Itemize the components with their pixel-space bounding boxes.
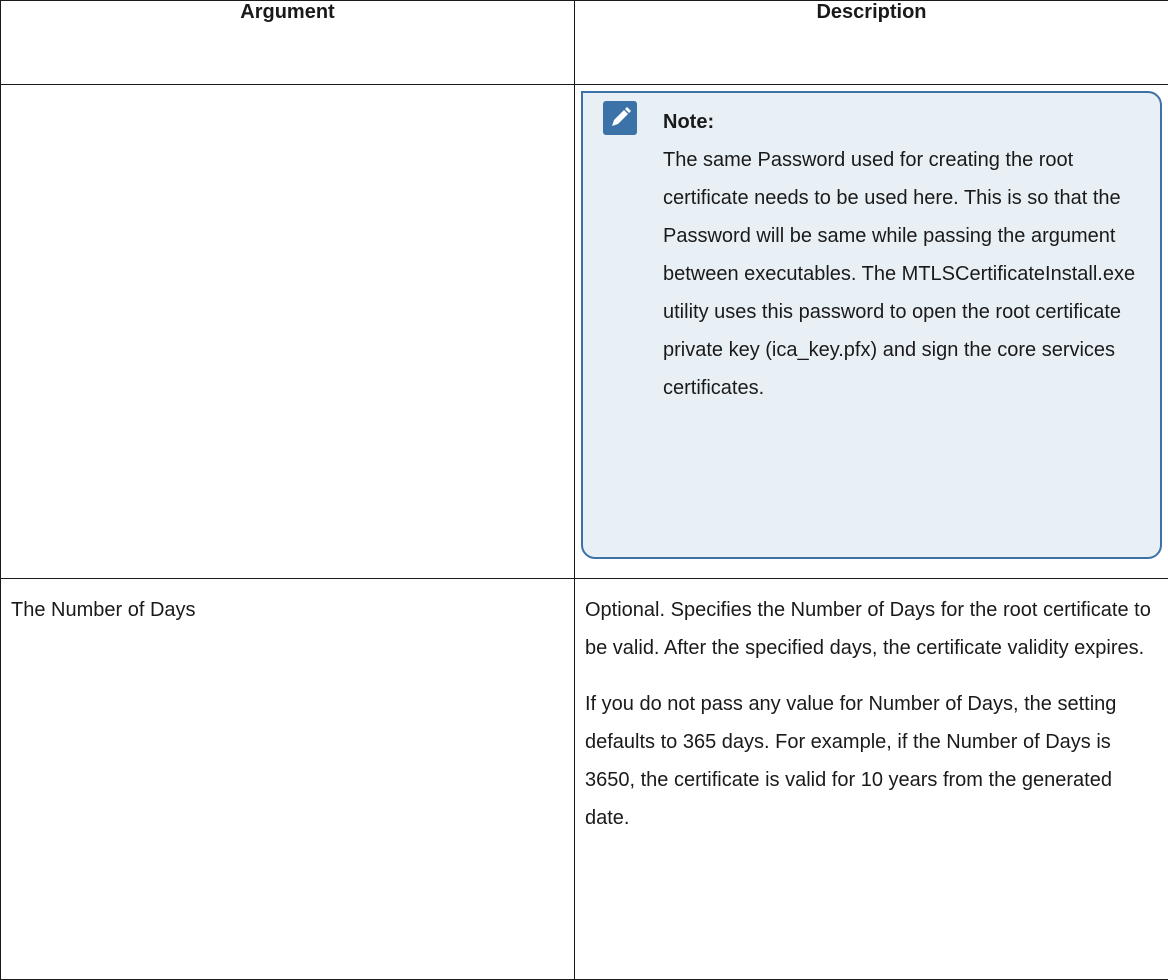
note-text: The same Password used for creating the … <box>663 149 1136 399</box>
argument-text: The Number of Days <box>11 599 196 621</box>
description-cell: Note: The same Password used for creatin… <box>574 84 1168 579</box>
description-cell: Optional. Specifies the Number of Days f… <box>574 578 1168 980</box>
table-row: Note: The same Password used for creatin… <box>0 84 1168 579</box>
header-row: Argument Description <box>0 0 1168 85</box>
arguments-table: Argument Description Note: The same Pass… <box>0 0 1168 980</box>
argument-text <box>1 85 574 97</box>
pencil-icon <box>603 101 637 135</box>
note-box: Note: The same Password used for creatin… <box>581 91 1162 559</box>
argument-cell: The Number of Days <box>0 578 575 980</box>
header-argument: Argument <box>0 0 575 85</box>
header-description: Description <box>574 0 1168 85</box>
argument-cell <box>0 84 575 579</box>
note-label: Note: <box>663 111 715 133</box>
table-row: The Number of Days Optional. Specifies t… <box>0 578 1168 980</box>
description-paragraph: Optional. Specifies the Number of Days f… <box>585 599 1151 659</box>
description-text: Optional. Specifies the Number of Days f… <box>575 579 1168 837</box>
table-header: Argument Description <box>0 0 1168 85</box>
description-paragraph: If you do not pass any value for Number … <box>585 693 1117 829</box>
